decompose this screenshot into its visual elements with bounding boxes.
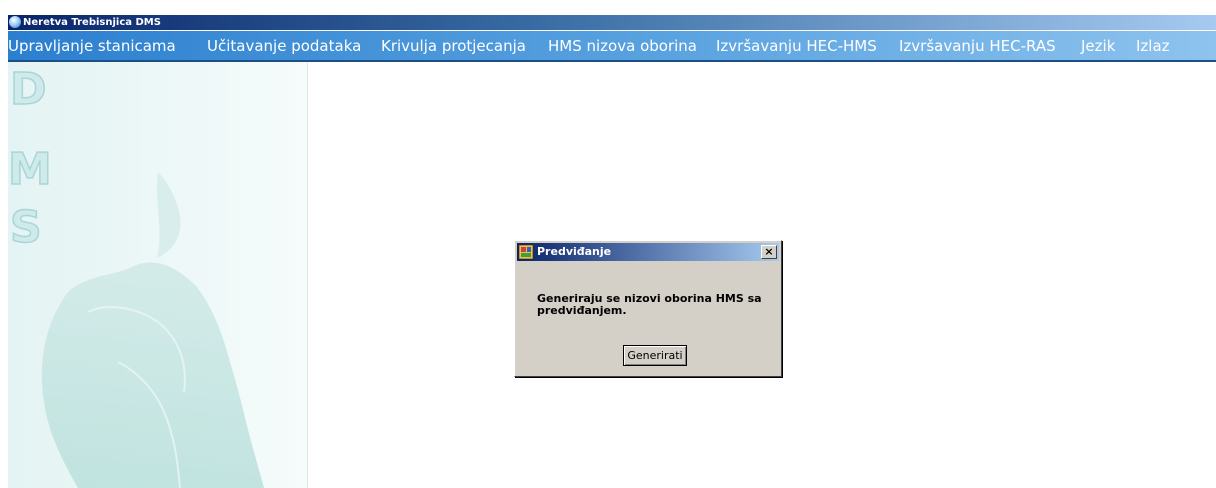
menu-hms-nizova-oborina[interactable]: HMS nizova oborina: [548, 37, 697, 55]
form-icon: [519, 245, 533, 259]
window-title: Neretva Trebisnjica DMS: [23, 17, 161, 28]
menu-izvrsavanju-hec-hms[interactable]: Izvršavanju HEC-HMS: [716, 37, 877, 55]
menubar: Upravljanje stanicama Učitavanje podatak…: [8, 31, 1216, 62]
dialog-titlebar[interactable]: Predviđanje ×: [517, 243, 779, 261]
sidebar-letter-m: M: [8, 144, 52, 195]
sidebar-letter-s: S: [10, 202, 42, 253]
sidebar-letter-d: D: [10, 64, 47, 115]
menu-ucitavanje-podataka[interactable]: Učitavanje podataka: [207, 37, 361, 55]
generirati-button[interactable]: Generirati: [623, 345, 687, 366]
menu-krivulja-protjecanja[interactable]: Krivulja protjecanja: [381, 37, 526, 55]
window-titlebar[interactable]: Neretva Trebisnjica DMS: [8, 15, 1216, 30]
menu-izvrsavanju-hec-ras[interactable]: Izvršavanju HEC-RAS: [899, 37, 1056, 55]
app-drop-icon: [9, 16, 21, 28]
menu-izlaz[interactable]: Izlaz: [1136, 37, 1170, 55]
predvidanje-dialog: Predviđanje × Generiraju se nizovi obori…: [514, 240, 782, 377]
map-watermark: D M S: [8, 63, 264, 488]
dialog-title: Predviđanje: [537, 245, 612, 258]
close-button[interactable]: ×: [761, 245, 777, 259]
menu-jezik[interactable]: Jezik: [1081, 37, 1115, 55]
menu-upravljanje-stanicama[interactable]: Upravljanje stanicama: [8, 37, 176, 55]
sidebar-banner: D M S: [8, 62, 308, 488]
dialog-message: Generiraju se nizovi oborina HMS sa pred…: [537, 292, 762, 317]
